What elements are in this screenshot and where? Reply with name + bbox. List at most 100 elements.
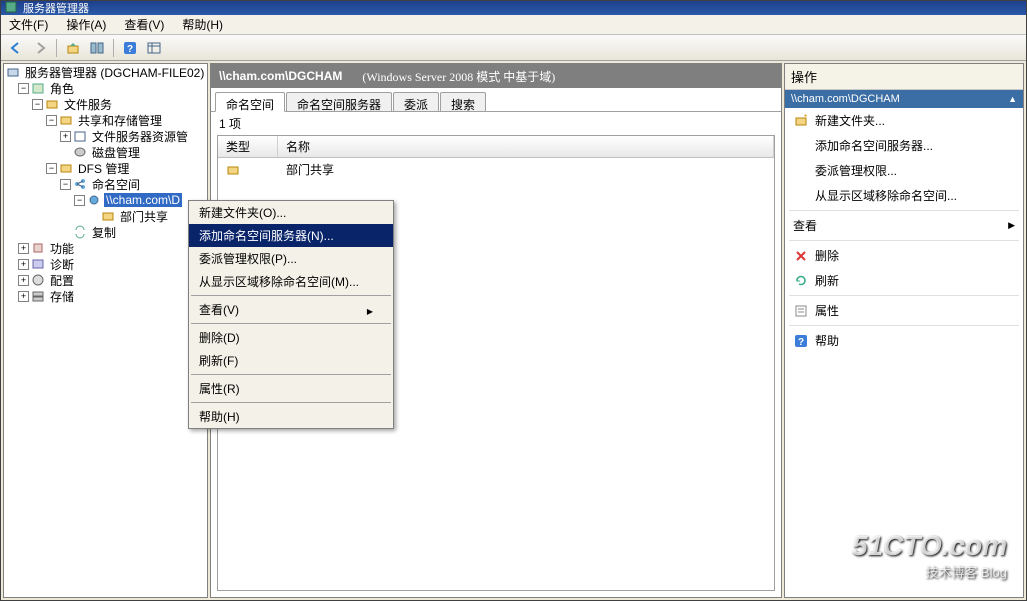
tree-pane[interactable]: 服务器管理器 (DGCHAM-FILE02) − 角色 − 文件服务 − 共享和… — [3, 63, 208, 598]
tree-namespace[interactable]: 命名空间 — [90, 176, 142, 193]
tree-fsresource[interactable]: 文件服务器资源管 — [90, 128, 190, 145]
properties-icon — [793, 303, 809, 319]
tree-replication[interactable]: 复制 — [90, 224, 118, 241]
up-button[interactable] — [62, 37, 84, 59]
ctx-sep4 — [191, 402, 391, 403]
toggle-namespace[interactable]: − — [60, 179, 71, 190]
toggle-nspath[interactable]: − — [74, 195, 85, 206]
features-icon — [31, 241, 45, 255]
roles-icon — [31, 81, 45, 95]
toggle-features[interactable]: + — [18, 243, 29, 254]
ctx-sep1 — [191, 295, 391, 296]
tree-fileservice[interactable]: 文件服务 — [62, 96, 114, 113]
tree-storage[interactable]: 存储 — [48, 288, 76, 305]
svg-text:*: * — [804, 114, 807, 122]
list-row[interactable]: 部门共享 — [218, 158, 774, 181]
tree-nspath[interactable]: \\cham.com\D — [104, 193, 182, 207]
toggle-sharestorage[interactable]: − — [46, 115, 57, 126]
tree-roles[interactable]: 角色 — [48, 80, 76, 97]
col-name[interactable]: 名称 — [278, 136, 774, 157]
toggle-fsresource[interactable]: + — [60, 131, 71, 142]
ctx-properties[interactable]: 属性(R) — [189, 377, 393, 400]
action-remove-ns[interactable]: 从显示区域移除命名空间... — [785, 183, 1023, 208]
delete-icon — [793, 248, 809, 264]
ctx-help[interactable]: 帮助(H) — [189, 405, 393, 428]
toggle-storage[interactable]: + — [18, 291, 29, 302]
blank-icon — [793, 188, 809, 204]
share-folder-icon — [226, 163, 240, 177]
tree-diagnostics[interactable]: 诊断 — [48, 256, 76, 273]
app-icon — [5, 1, 19, 15]
forward-button[interactable] — [29, 37, 51, 59]
dfs-icon — [59, 161, 73, 175]
menu-view[interactable]: 查看(V) — [120, 14, 168, 35]
fsrm-icon — [73, 129, 87, 143]
blank-icon — [793, 138, 809, 154]
menu-file[interactable]: 文件(F) — [5, 14, 52, 35]
main-mode: (Windows Server 2008 模式 中基于域) — [362, 68, 555, 85]
col-type[interactable]: 类型 — [218, 136, 278, 157]
actions-title: 操作 — [785, 64, 1023, 90]
action-help[interactable]: ? 帮助 — [785, 328, 1023, 353]
views-button[interactable] — [143, 37, 165, 59]
menu-action[interactable]: 操作(A) — [62, 14, 110, 35]
action-new-folder[interactable]: * 新建文件夹... — [785, 108, 1023, 133]
ctx-delegate[interactable]: 委派管理权限(P)... — [189, 247, 393, 270]
tree-root[interactable]: 服务器管理器 (DGCHAM-FILE02) — [23, 64, 206, 81]
actions-subtitle: \\cham.com\DGCHAM ▲ — [785, 90, 1023, 108]
main-path: \\cham.com\DGCHAM — [219, 69, 342, 83]
ctx-add-ns-server[interactable]: 添加命名空间服务器(N)... — [189, 224, 393, 247]
tree-dfs[interactable]: DFS 管理 — [76, 160, 131, 177]
main-window: 服务器管理器 文件(F) 操作(A) 查看(V) 帮助(H) ? 服务器管理器 … — [0, 0, 1027, 601]
panes-button[interactable] — [86, 37, 108, 59]
storage-icon — [31, 289, 45, 303]
ctx-new-folder[interactable]: 新建文件夹(O)... — [189, 201, 393, 224]
title-text: 服务器管理器 — [23, 1, 89, 15]
tab-search[interactable]: 搜索 — [440, 92, 486, 111]
toggle-config[interactable]: + — [18, 275, 29, 286]
main-header: \\cham.com\DGCHAM (Windows Server 2008 模… — [211, 64, 781, 88]
help-button[interactable]: ? — [119, 37, 141, 59]
ctx-remove[interactable]: 从显示区域移除命名空间(M)... — [189, 270, 393, 293]
toggle-dfs[interactable]: − — [46, 163, 57, 174]
toggle-roles[interactable]: − — [18, 83, 29, 94]
folder-share-icon — [101, 209, 115, 223]
tab-namespace[interactable]: 命名空间 — [215, 92, 285, 112]
action-view[interactable]: 查看 ▶ — [785, 213, 1023, 238]
svg-text:?: ? — [127, 44, 133, 55]
action-add-ns-server[interactable]: 添加命名空间服务器... — [785, 133, 1023, 158]
content-area: 服务器管理器 (DGCHAM-FILE02) − 角色 − 文件服务 − 共享和… — [1, 61, 1026, 600]
ctx-delete[interactable]: 删除(D) — [189, 326, 393, 349]
tree-deptshare[interactable]: 部门共享 — [118, 208, 170, 225]
tree-diskmgmt[interactable]: 磁盘管理 — [90, 144, 142, 161]
action-sep4 — [789, 325, 1019, 326]
tree-config[interactable]: 配置 — [48, 272, 76, 289]
action-refresh[interactable]: 刷新 — [785, 268, 1023, 293]
toolbar: ? — [1, 35, 1026, 61]
ctx-sep2 — [191, 323, 391, 324]
svg-text:?: ? — [798, 337, 804, 348]
toolbar-sep2 — [113, 39, 114, 57]
action-properties[interactable]: 属性 — [785, 298, 1023, 323]
help-icon: ? — [793, 333, 809, 349]
diagnostics-icon — [31, 257, 45, 271]
toggle-diag[interactable]: + — [18, 259, 29, 270]
chevron-right-icon: ▶ — [1008, 220, 1015, 231]
back-button[interactable] — [5, 37, 27, 59]
menu-help[interactable]: 帮助(H) — [178, 14, 227, 35]
refresh-icon — [793, 273, 809, 289]
ctx-view[interactable]: 查看(V) — [189, 298, 393, 321]
collapse-icon[interactable]: ▲ — [1008, 94, 1017, 104]
config-icon — [31, 273, 45, 287]
ctx-refresh[interactable]: 刷新(F) — [189, 349, 393, 372]
list-header: 类型 名称 — [218, 136, 774, 158]
actions-pane: 操作 \\cham.com\DGCHAM ▲ * 新建文件夹... 添加命名空间… — [784, 63, 1024, 598]
tree-features[interactable]: 功能 — [48, 240, 76, 257]
tab-delegate[interactable]: 委派 — [393, 92, 439, 111]
action-delegate[interactable]: 委派管理权限... — [785, 158, 1023, 183]
tree-sharestorage[interactable]: 共享和存储管理 — [76, 112, 164, 129]
tab-ns-servers[interactable]: 命名空间服务器 — [286, 92, 392, 111]
toggle-fileservice[interactable]: − — [32, 99, 43, 110]
action-delete[interactable]: 删除 — [785, 243, 1023, 268]
disk-icon — [73, 145, 87, 159]
